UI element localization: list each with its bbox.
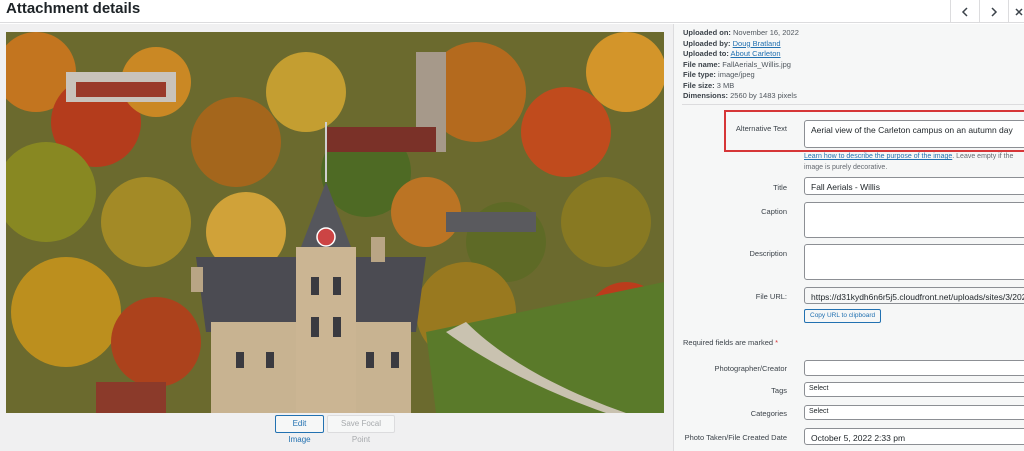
file-metadata: Uploaded on: November 16, 2022 Uploaded … (683, 28, 799, 102)
file-type-label: File type: (683, 70, 716, 79)
attachment-details-panel: Uploaded on: November 16, 2022 Uploaded … (673, 24, 1024, 451)
title-label: Title (773, 183, 787, 192)
save-focal-point-button[interactable]: Save Focal Point (327, 415, 395, 444)
required-star: * (775, 338, 779, 347)
uploaded-on-label: Uploaded on: (683, 28, 731, 37)
alt-text-label: Alternative Text (735, 124, 787, 133)
uploaded-by-label: Uploaded by: (683, 38, 731, 48)
alt-text-input[interactable]: Aerial view of the Carleton campus on an… (804, 120, 1024, 148)
previous-button[interactable] (950, 0, 979, 23)
next-button[interactable] (979, 0, 1008, 23)
photographer-label: Photographer/Creator (714, 364, 787, 373)
required-text: Required fields are marked (683, 338, 774, 347)
tags-select[interactable]: Select (804, 382, 1024, 397)
file-size-value: 3 MB (716, 80, 735, 90)
page-title: Attachment details (6, 0, 141, 17)
image-preview-area: Edit Image Save Focal Point (0, 24, 673, 451)
categories-select[interactable]: Select (804, 405, 1024, 420)
alt-text-help-link[interactable]: Learn how to describe the purpose of the… (804, 153, 952, 160)
edit-image-button[interactable]: Edit Image (275, 415, 324, 444)
description-textarea[interactable] (804, 244, 1024, 280)
divider (682, 104, 1024, 105)
chevron-right-icon (991, 6, 998, 17)
caption-textarea[interactable] (804, 202, 1024, 238)
description-label: Description (749, 249, 787, 258)
categories-label: Categories (750, 409, 787, 418)
file-url-label: File URL: (755, 292, 787, 301)
title-input[interactable]: Fall Aerials - Willis (804, 177, 1024, 195)
file-name-label: File name: (683, 59, 721, 69)
tags-label: Tags (771, 386, 787, 395)
file-type-value: image/jpeg (718, 70, 755, 79)
dimensions-label: Dimensions: (683, 91, 729, 100)
uploaded-by-link[interactable]: Doug Bratland (733, 39, 781, 48)
alt-text-help: Learn how to describe the purpose of the… (804, 152, 1024, 173)
close-icon (1014, 7, 1023, 16)
close-button[interactable] (1008, 0, 1024, 23)
caption-label: Caption (761, 207, 787, 216)
date-label: Photo Taken/File Created Date (684, 433, 787, 442)
chevron-left-icon (961, 6, 968, 17)
file-name-value: FallAerials_Willis.jpg (722, 59, 791, 69)
dimensions-value: 2560 by 1483 pixels (730, 91, 797, 100)
file-url-input[interactable]: https://d31kydh6n6r5j5.cloudfront.net/up… (804, 287, 1024, 304)
uploaded-to-label: Uploaded to: (683, 49, 729, 58)
uploaded-on-value: November 16, 2022 (733, 28, 799, 37)
uploaded-to-link[interactable]: About Carleton (731, 49, 781, 58)
modal-header: Attachment details (0, 0, 1024, 23)
date-input[interactable]: October 5, 2022 2:33 pm (804, 428, 1024, 445)
photographer-input[interactable] (804, 360, 1024, 376)
copy-url-button[interactable]: Copy URL to clipboard (804, 309, 882, 323)
attachment-image (6, 32, 664, 413)
required-notice: Required fields are marked * (683, 338, 778, 347)
file-size-label: File size: (683, 80, 715, 90)
